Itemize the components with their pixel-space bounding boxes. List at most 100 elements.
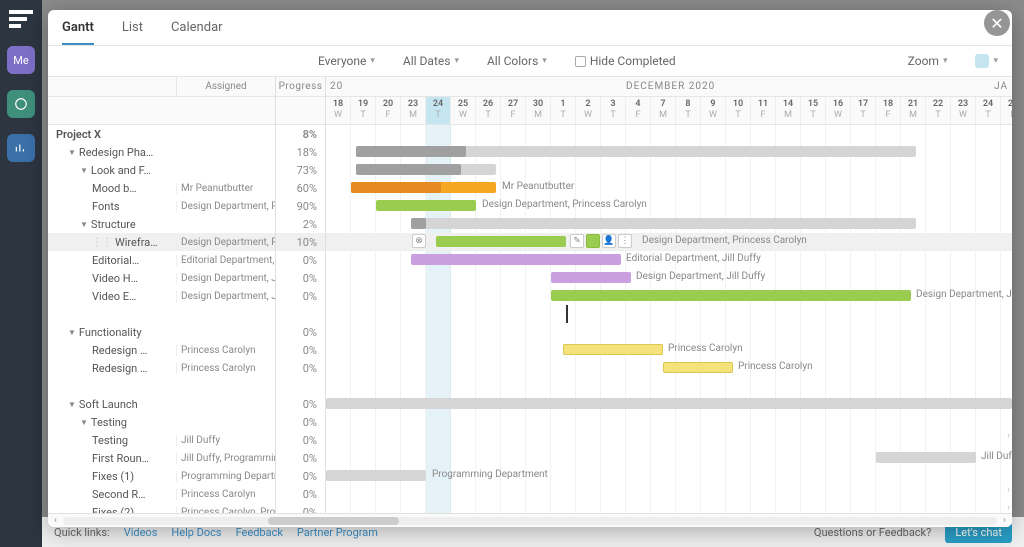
gantt-bar[interactable] <box>563 344 663 355</box>
gantt-bar[interactable] <box>411 218 426 229</box>
task-row[interactable]: Fixes (1)Programming Departm <box>48 467 275 485</box>
collapse-icon[interactable]: ▼ <box>68 400 76 409</box>
task-row[interactable]: Editorial…Editorial Department, <box>48 251 275 269</box>
filter-dates[interactable]: All Dates▾ <box>403 54 459 68</box>
gantt-bar[interactable] <box>436 236 566 247</box>
task-name: Video H… <box>92 272 138 285</box>
filter-colors[interactable]: All Colors▾ <box>487 54 547 68</box>
task-row[interactable]: ▼Redesign Pha… <box>48 143 275 161</box>
task-row[interactable]: ▼Structure <box>48 215 275 233</box>
gantt-bar[interactable] <box>663 362 733 373</box>
filter-hide-completed[interactable]: Hide Completed <box>575 54 676 68</box>
bar-tool-icon[interactable]: ⊗ <box>412 234 426 248</box>
collapse-icon[interactable]: ▼ <box>80 418 88 427</box>
gantt-row[interactable]: › <box>326 431 1012 449</box>
gantt-row[interactable] <box>326 215 1012 233</box>
gantt-row[interactable]: Programming Department <box>326 467 1012 485</box>
sidebar-chat-button[interactable] <box>7 90 35 118</box>
task-name: Redesign Pha… <box>79 146 153 159</box>
scroll-left-icon[interactable]: ‹ <box>54 515 57 526</box>
scroll-right-icon[interactable]: › <box>1003 515 1006 526</box>
task-row[interactable]: FontsDesign Department, P <box>48 197 275 215</box>
close-icon[interactable]: ✕ <box>984 10 1010 36</box>
gantt-row[interactable]: Editorial Department, Jill Duffy <box>326 251 1012 269</box>
tab-list[interactable]: List <box>122 20 143 45</box>
timeline-pane[interactable]: 20 DECEMBER 2020 JA 18W19T20F23M24T25W26… <box>326 77 1012 513</box>
gantt-row[interactable] <box>326 161 1012 179</box>
task-row[interactable]: Second R…Princess Carolyn <box>48 485 275 503</box>
gantt-row[interactable]: › <box>326 503 1012 513</box>
gantt-row[interactable]: › <box>326 485 1012 503</box>
gantt-bar[interactable] <box>351 182 441 193</box>
gantt-bar[interactable] <box>356 146 466 157</box>
tab-calendar[interactable]: Calendar <box>171 20 223 45</box>
gantt-bar[interactable] <box>376 200 476 211</box>
color-swatch[interactable]: ▾ <box>975 54 998 68</box>
task-row[interactable]: Project X <box>48 125 275 143</box>
bg-link[interactable]: Feedback <box>236 526 283 539</box>
gantt-bar[interactable] <box>411 254 621 265</box>
task-row[interactable]: ▼Soft Launch <box>48 395 275 413</box>
bg-link[interactable]: Help Docs <box>171 526 221 539</box>
task-row[interactable]: Redesign …Princess Carolyn <box>48 359 275 377</box>
gantt-bar[interactable] <box>411 218 916 229</box>
task-row[interactable]: Video E…Design Department, J <box>48 287 275 305</box>
gantt-row[interactable] <box>326 395 1012 413</box>
gantt-bar[interactable] <box>326 398 1012 409</box>
collapse-icon[interactable]: ▼ <box>68 328 76 337</box>
gantt-row[interactable]: Princess Carolyn <box>326 359 1012 377</box>
task-row[interactable] <box>48 377 275 395</box>
scroll-thumb[interactable] <box>268 517 399 525</box>
bar-color-icon[interactable] <box>586 234 600 248</box>
task-row[interactable]: ▼Testing <box>48 413 275 431</box>
gantt-row[interactable] <box>326 305 1012 323</box>
gantt-bar[interactable] <box>551 290 911 301</box>
bar-more-icon[interactable]: ⋮ <box>618 234 632 248</box>
bg-link[interactable]: Partner Program <box>297 526 378 539</box>
gantt-bar[interactable] <box>876 452 976 463</box>
sidebar-chart-button[interactable] <box>7 134 35 162</box>
task-row[interactable]: Fixes (2)Princess Carolyn, Prog <box>48 503 275 513</box>
bg-link[interactable]: Videos <box>124 526 158 539</box>
task-row[interactable]: Mood b…Mr Peanutbutter <box>48 179 275 197</box>
gantt-chart-body[interactable]: Mr PeanutbutterDesign Department, Prince… <box>326 125 1012 513</box>
gantt-row[interactable]: Design Department, Jill <box>326 287 1012 305</box>
chevron-down-icon: ▾ <box>993 56 998 66</box>
gantt-row[interactable] <box>326 377 1012 395</box>
collapse-icon[interactable]: ▼ <box>68 148 76 157</box>
task-name: Fixes (1) <box>92 470 134 483</box>
zoom-control[interactable]: Zoom▾ <box>908 54 948 68</box>
bar-tool-icon[interactable]: ✎ <box>570 234 584 248</box>
checkbox-icon[interactable] <box>575 56 586 67</box>
gantt-row[interactable] <box>326 125 1012 143</box>
gantt-row[interactable]: Princess Carolyn <box>326 341 1012 359</box>
gantt-row[interactable]: Jill Duf <box>326 449 1012 467</box>
gantt-row[interactable]: Design Department, Princess Carolyn⊗✎👤⋮ <box>326 233 1012 251</box>
horizontal-scrollbar[interactable]: ‹ › <box>48 513 1012 527</box>
task-row[interactable]: First Roun…Jill Duffy, Programmin <box>48 449 275 467</box>
collapse-icon[interactable]: ▼ <box>80 166 88 175</box>
collapse-icon[interactable]: ▼ <box>80 220 88 229</box>
task-row[interactable]: TestingJill Duffy <box>48 431 275 449</box>
task-row[interactable]: Video H…Design Department, J <box>48 269 275 287</box>
task-row[interactable]: ▼Functionality <box>48 323 275 341</box>
gantt-row[interactable] <box>326 413 1012 431</box>
task-row[interactable]: Redesign …Princess Carolyn <box>48 341 275 359</box>
task-row[interactable]: ▼Look and F… <box>48 161 275 179</box>
drag-handle-icon[interactable]: ⋮⋮ <box>92 237 112 248</box>
gantt-bar[interactable] <box>356 164 461 175</box>
task-row[interactable] <box>48 305 275 323</box>
gantt-row[interactable] <box>326 143 1012 161</box>
gantt-bar[interactable] <box>326 470 426 481</box>
gantt-row[interactable]: Mr Peanutbutter <box>326 179 1012 197</box>
sidebar-me-button[interactable]: Me <box>7 46 35 74</box>
bar-user-icon[interactable]: 👤 <box>602 234 616 248</box>
task-row[interactable]: ⋮⋮Wirefra…Design Department, P <box>48 233 275 251</box>
gantt-row[interactable]: Design Department, Jill Duffy <box>326 269 1012 287</box>
gantt-row[interactable]: Design Department, Princess Carolyn <box>326 197 1012 215</box>
gantt-row[interactable] <box>326 323 1012 341</box>
tab-gantt[interactable]: Gantt <box>62 20 94 45</box>
scroll-track[interactable] <box>63 517 997 525</box>
gantt-bar[interactable] <box>551 272 631 283</box>
filter-everyone[interactable]: Everyone▾ <box>318 54 375 68</box>
